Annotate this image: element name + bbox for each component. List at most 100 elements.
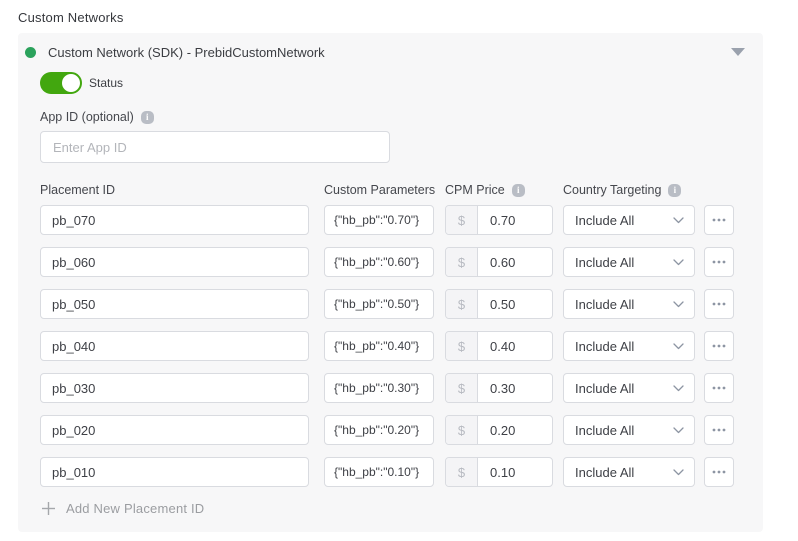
cpm-price-input[interactable] [478,458,552,486]
cpm-price-field: $ [445,415,553,445]
currency-symbol: $ [446,374,478,402]
row-more-options-button[interactable] [704,373,734,403]
cpm-price-field: $ [445,331,553,361]
custom-network-card: Custom Network (SDK) - PrebidCustomNetwo… [18,33,763,532]
app-id-label-row: App ID (optional) i [40,110,763,124]
placement-row: $ Include All [40,331,763,361]
status-toggle-row: Status [40,72,763,94]
placement-id-input[interactable] [40,331,309,361]
cpm-price-field: $ [445,205,553,235]
network-title: Custom Network (SDK) - PrebidCustomNetwo… [48,45,325,60]
placement-row: $ Include All [40,415,763,445]
cpm-price-column-header: CPM Price i [445,183,563,197]
country-targeting-select[interactable]: Include All [563,331,695,361]
active-status-dot-icon [25,47,36,58]
custom-parameters-input[interactable] [324,331,434,361]
country-targeting-info-icon[interactable]: i [668,184,681,197]
placement-id-column-label: Placement ID [40,183,115,197]
chevron-down-icon [673,385,684,392]
row-more-options-button[interactable] [704,205,734,235]
custom-parameters-column-header: Custom Parameters [324,183,445,197]
placement-row: $ Include All [40,289,763,319]
custom-parameters-input[interactable] [324,205,434,235]
chevron-down-icon [673,301,684,308]
placement-row: $ Include All [40,247,763,277]
status-toggle-knob [60,72,82,94]
placement-id-input[interactable] [40,247,309,277]
placement-id-column-header: Placement ID [40,183,324,197]
currency-symbol: $ [446,290,478,318]
currency-symbol: $ [446,332,478,360]
collapse-arrow-icon[interactable] [731,48,745,56]
currency-symbol: $ [446,206,478,234]
app-id-input[interactable] [40,131,390,163]
cpm-price-input[interactable] [478,332,552,360]
row-more-options-button[interactable] [704,289,734,319]
country-targeting-select[interactable]: Include All [563,457,695,487]
country-targeting-value: Include All [575,423,634,438]
cpm-price-input[interactable] [478,416,552,444]
country-targeting-value: Include All [575,465,634,480]
custom-parameters-column-label: Custom Parameters [324,183,435,197]
cpm-price-field: $ [445,457,553,487]
cpm-price-field: $ [445,247,553,277]
add-new-placement-button[interactable]: Add New Placement ID [41,501,763,516]
country-targeting-value: Include All [575,297,634,312]
ellipsis-icon [712,302,726,306]
add-new-placement-label: Add New Placement ID [66,501,204,516]
ellipsis-icon [712,386,726,390]
custom-parameters-input[interactable] [324,415,434,445]
placement-id-input[interactable] [40,457,309,487]
country-targeting-column-header: Country Targeting i [563,183,704,197]
cpm-price-input[interactable] [478,290,552,318]
placement-row: $ Include All [40,205,763,235]
country-targeting-select[interactable]: Include All [563,415,695,445]
country-targeting-column-label: Country Targeting [563,183,661,197]
chevron-down-icon [673,217,684,224]
cpm-price-input[interactable] [478,206,552,234]
country-targeting-select[interactable]: Include All [563,205,695,235]
country-targeting-select[interactable]: Include All [563,373,695,403]
status-toggle[interactable] [40,72,80,94]
ellipsis-icon [712,344,726,348]
cpm-price-input[interactable] [478,374,552,402]
cpm-price-input[interactable] [478,248,552,276]
cpm-price-column-label: CPM Price [445,183,505,197]
row-more-options-button[interactable] [704,331,734,361]
chevron-down-icon [673,427,684,434]
app-id-label: App ID (optional) [40,110,134,124]
cpm-price-info-icon[interactable]: i [512,184,525,197]
ellipsis-icon [712,218,726,222]
row-more-options-button[interactable] [704,247,734,277]
country-targeting-value: Include All [575,339,634,354]
placement-row: $ Include All [40,457,763,487]
placement-id-input[interactable] [40,205,309,235]
placement-row: $ Include All [40,373,763,403]
page-title: Custom Networks [18,10,798,25]
chevron-down-icon [673,343,684,350]
ellipsis-icon [712,260,726,264]
currency-symbol: $ [446,248,478,276]
currency-symbol: $ [446,416,478,444]
placement-id-input[interactable] [40,415,309,445]
app-id-info-icon[interactable]: i [141,111,154,124]
row-more-options-button[interactable] [704,457,734,487]
placement-id-input[interactable] [40,373,309,403]
placement-rows: $ Include All $ I [40,205,763,487]
status-toggle-label: Status [89,76,123,90]
custom-parameters-input[interactable] [324,247,434,277]
country-targeting-value: Include All [575,255,634,270]
custom-parameters-input[interactable] [324,457,434,487]
network-header: Custom Network (SDK) - PrebidCustomNetwo… [18,33,763,60]
table-column-headers: Placement ID Custom Parameters CPM Price… [40,183,763,197]
custom-parameters-input[interactable] [324,373,434,403]
chevron-down-icon [673,469,684,476]
ellipsis-icon [712,470,726,474]
currency-symbol: $ [446,458,478,486]
country-targeting-select[interactable]: Include All [563,247,695,277]
placement-id-input[interactable] [40,289,309,319]
row-more-options-button[interactable] [704,415,734,445]
country-targeting-select[interactable]: Include All [563,289,695,319]
cpm-price-field: $ [445,373,553,403]
custom-parameters-input[interactable] [324,289,434,319]
